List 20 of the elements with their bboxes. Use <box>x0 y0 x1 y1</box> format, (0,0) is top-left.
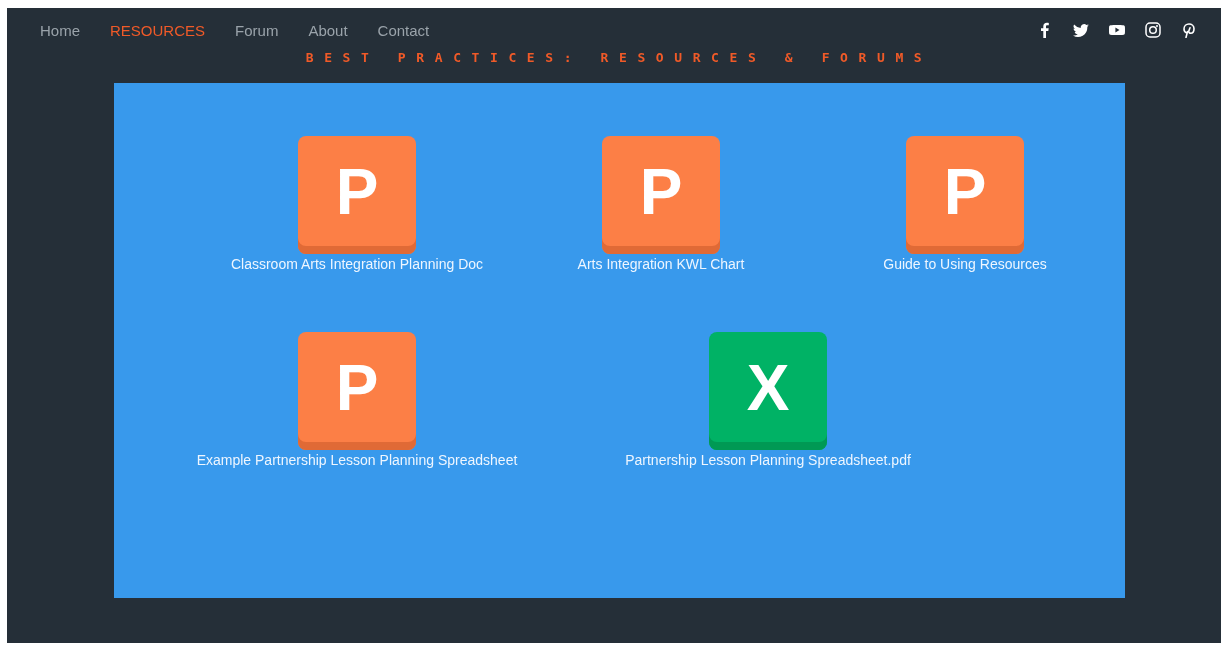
file-name[interactable]: Partnership Lesson Planning Spreadsheet.pdf <box>625 452 911 468</box>
page-title: BEST PRACTICES: RESOURCES & FORUMS <box>304 50 934 65</box>
nav-link[interactable]: Contact <box>368 21 445 39</box>
presentation-file-icon[interactable]: P <box>602 136 720 254</box>
nav-link[interactable]: About <box>299 21 363 39</box>
file-name[interactable]: Classroom Arts Integration Planning Doc <box>230 256 484 272</box>
spreadsheet-file-icon[interactable]: X <box>709 332 827 450</box>
file-name[interactable]: Arts Integration KWL Chart <box>577 256 745 272</box>
presentation-file-icon[interactable]: P <box>298 332 416 450</box>
presentation-file-icon[interactable]: P <box>298 136 416 254</box>
pinterest-icon[interactable] <box>1181 22 1197 38</box>
presentation-file-icon[interactable]: P <box>906 136 1024 254</box>
twitter-icon[interactable] <box>1073 22 1089 38</box>
camera-icon[interactable] <box>1145 22 1161 38</box>
nav-link[interactable]: Home <box>31 21 95 39</box>
nav-link[interactable]: Forum <box>226 21 294 39</box>
youtube-icon[interactable] <box>1109 22 1125 38</box>
file-name[interactable]: Example Partnership Lesson Planning Spreadsheet <box>196 452 518 468</box>
file-name[interactable]: Guide to Using Resources <box>883 256 1047 272</box>
nav-link[interactable]: RESOURCES <box>101 21 221 39</box>
